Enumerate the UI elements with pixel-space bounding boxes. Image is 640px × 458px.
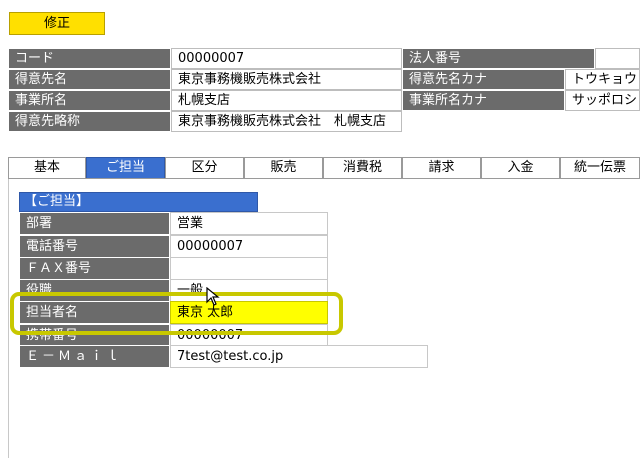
tab-sales[interactable]: 販売 (244, 157, 323, 179)
contact-person-label: 担当者名 (19, 301, 170, 324)
modify-button[interactable]: 修正 (9, 12, 105, 35)
department-field[interactable]: 営業 (170, 212, 328, 235)
office-name-kana-label: 事業所名カナ (402, 90, 565, 111)
position-field[interactable]: 一般 (170, 279, 328, 302)
tab-consumption-tax[interactable]: 消費税 (323, 157, 402, 179)
corporate-number-label: 法人番号 (402, 48, 595, 69)
customer-short-name-label: 得意先略称 (8, 111, 171, 132)
fax-label: ＦＡＸ番号 (19, 257, 170, 280)
tab-contact[interactable]: ご担当 (86, 157, 165, 179)
email-field[interactable]: 7test@test.co.jp (170, 345, 428, 368)
office-name-kana-value: サッポロシ (565, 90, 640, 111)
office-name-value: 札幌支店 (171, 90, 402, 111)
code-value: 00000007 (171, 48, 402, 69)
tab-payment[interactable]: 入金 (481, 157, 560, 179)
tab-category[interactable]: 区分 (165, 157, 244, 179)
customer-short-name-value: 東京事務機販売株式会社 札幌支店 (171, 111, 402, 132)
phone-label: 電話番号 (19, 235, 170, 258)
office-name-label: 事業所名 (8, 90, 171, 111)
mobile-field[interactable]: 00000007 (170, 324, 328, 347)
mobile-label: 携帯番号 (19, 324, 170, 347)
customer-name-kana-value: トウキョウ (565, 69, 640, 90)
corporate-number-value (595, 48, 640, 69)
fax-field[interactable] (170, 257, 328, 280)
tab-unified-slip[interactable]: 統一伝票 (560, 157, 640, 179)
customer-name-value: 東京事務機販売株式会社 (171, 69, 402, 90)
email-label: Ｅ－Ｍａｉｌ (19, 345, 170, 368)
phone-field[interactable]: 00000007 (170, 235, 328, 258)
code-label: コード (8, 48, 171, 69)
tab-basic[interactable]: 基本 (8, 157, 86, 179)
mouse-pointer-icon (206, 286, 222, 307)
contact-person-field[interactable]: 東京 太郎 (170, 301, 328, 324)
department-label: 部署 (19, 212, 170, 235)
section-title: 【ご担当】 (19, 192, 258, 212)
customer-name-kana-label: 得意先名カナ (402, 69, 565, 90)
position-label: 役職 (19, 279, 170, 302)
customer-name-label: 得意先名 (8, 69, 171, 90)
tab-billing[interactable]: 請求 (402, 157, 481, 179)
